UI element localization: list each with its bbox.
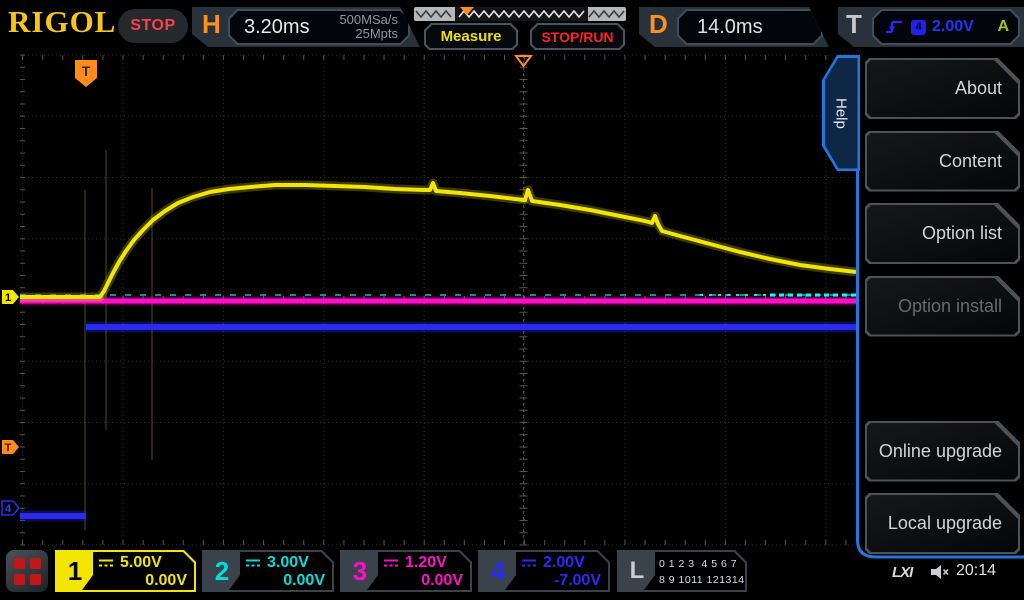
memory-depth: 25Mpts: [355, 26, 398, 41]
channel-scale: 1.20V: [405, 554, 447, 571]
falling-edge-icon: [883, 18, 905, 36]
menu-item-label: About: [867, 60, 1018, 117]
clock: 20:14: [956, 562, 997, 579]
dc-coupling-icon: [382, 558, 400, 568]
d-value-box[interactable]: 14.0ms: [677, 9, 823, 45]
grid-icon: [13, 557, 41, 585]
channel-scale: 2.00V: [543, 554, 585, 571]
channel-1-box[interactable]: 1 5.00V 0.00V: [55, 550, 196, 592]
dc-coupling-icon: [244, 558, 262, 568]
dc-coupling-icon: [97, 558, 115, 568]
sample-rate: 500MSa/s: [339, 11, 398, 27]
channel-3-number: 3: [342, 552, 378, 590]
h-label: H: [202, 9, 221, 39]
oscilloscope-screen: RIGOL STOP H 3.20ms 500MSa/s 25Mpts Meas…: [0, 0, 1024, 600]
trigger-level-value: 2.00V: [932, 18, 974, 35]
lxi-indicator: LXI: [892, 564, 913, 581]
menu-item-option-install[interactable]: Option install: [865, 276, 1020, 337]
logic-channel-list: 0 1 2 3 4 5 6 78 9 1011 12131415: [659, 558, 758, 587]
brand-logo: RIGOL: [8, 4, 117, 39]
channel-4-number: 4: [480, 552, 516, 590]
logic-channels-box[interactable]: L 0 1 2 3 4 5 6 78 9 1011 12131415: [617, 550, 747, 592]
channel-scale: 3.00V: [267, 554, 309, 571]
measure-button[interactable]: Measure: [424, 23, 518, 50]
menu-item-label: Option list: [867, 205, 1018, 262]
channel-offset: -7.00V: [553, 572, 601, 589]
svg-text:T: T: [5, 442, 12, 454]
channel-offset: 0.00V: [421, 572, 463, 589]
h-value-box[interactable]: 3.20ms 500MSa/s 25Mpts: [228, 9, 410, 45]
dc-coupling-icon: [520, 558, 538, 568]
timebase-value: 3.20ms: [244, 15, 310, 38]
logic-label: L: [619, 552, 655, 590]
top-bar: RIGOL STOP H 3.20ms 500MSa/s 25Mpts Meas…: [0, 0, 1024, 52]
run-state-badge: STOP: [118, 9, 188, 43]
menu-item-label: Content: [867, 133, 1018, 190]
menu-item-label: Local upgrade: [867, 495, 1018, 552]
menu-grid-button[interactable]: [6, 550, 48, 592]
menu-item-online-upgrade[interactable]: Online upgrade: [865, 421, 1020, 482]
channel-offset: 0.00V: [145, 572, 187, 589]
channel-1-number: 1: [57, 552, 93, 590]
t-label: T: [846, 9, 862, 39]
trigger-info-box[interactable]: 4 2.00V A: [872, 9, 1020, 45]
menu-item-label: Option install: [867, 278, 1018, 335]
channel-offset: 0.00V: [283, 572, 325, 589]
channel-3-box[interactable]: 3 1.20V 0.00V: [340, 550, 472, 592]
trigger-mode: A: [997, 18, 1009, 35]
menu-panel: About Content Option list Option install Onl…: [858, 55, 1024, 558]
waveform-display[interactable]: 1 T 4 T: [0, 52, 862, 548]
channel-2-number: 2: [204, 552, 240, 590]
help-tab[interactable]: Help: [822, 55, 860, 171]
speaker-muted-icon[interactable]: [930, 564, 950, 580]
delay-panel[interactable]: D 14.0ms: [639, 7, 829, 47]
menu-item-label: Online upgrade: [867, 423, 1018, 480]
wave-overview-bar[interactable]: [414, 7, 626, 21]
acquisition-info: 500MSa/s 25Mpts: [339, 13, 408, 42]
help-tab-label: Help: [832, 97, 850, 129]
ch1-trace: [20, 181, 857, 299]
menu-item-option-list[interactable]: Option list: [865, 203, 1020, 264]
svg-text:T: T: [82, 63, 91, 79]
trigger-source-badge: 4: [911, 20, 926, 35]
trigger-panel[interactable]: T 4 2.00V A: [838, 7, 1024, 47]
svg-text:4: 4: [5, 503, 12, 515]
channel-2-box[interactable]: 2 3.00V 0.00V: [202, 550, 334, 592]
menu-item-about[interactable]: About: [865, 58, 1020, 119]
menu-item-local-upgrade[interactable]: Local upgrade: [865, 493, 1020, 554]
d-label: D: [649, 9, 668, 39]
delay-value: 14.0ms: [697, 15, 763, 38]
channel-4-box[interactable]: 4 2.00V -7.00V: [478, 550, 610, 592]
svg-text:1: 1: [5, 292, 11, 304]
horizontal-scale-panel[interactable]: H 3.20ms 500MSa/s 25Mpts: [192, 7, 420, 47]
menu-item-content[interactable]: Content: [865, 131, 1020, 192]
stop-run-button[interactable]: STOP/RUN: [530, 23, 625, 50]
channel-scale: 5.00V: [120, 554, 162, 571]
